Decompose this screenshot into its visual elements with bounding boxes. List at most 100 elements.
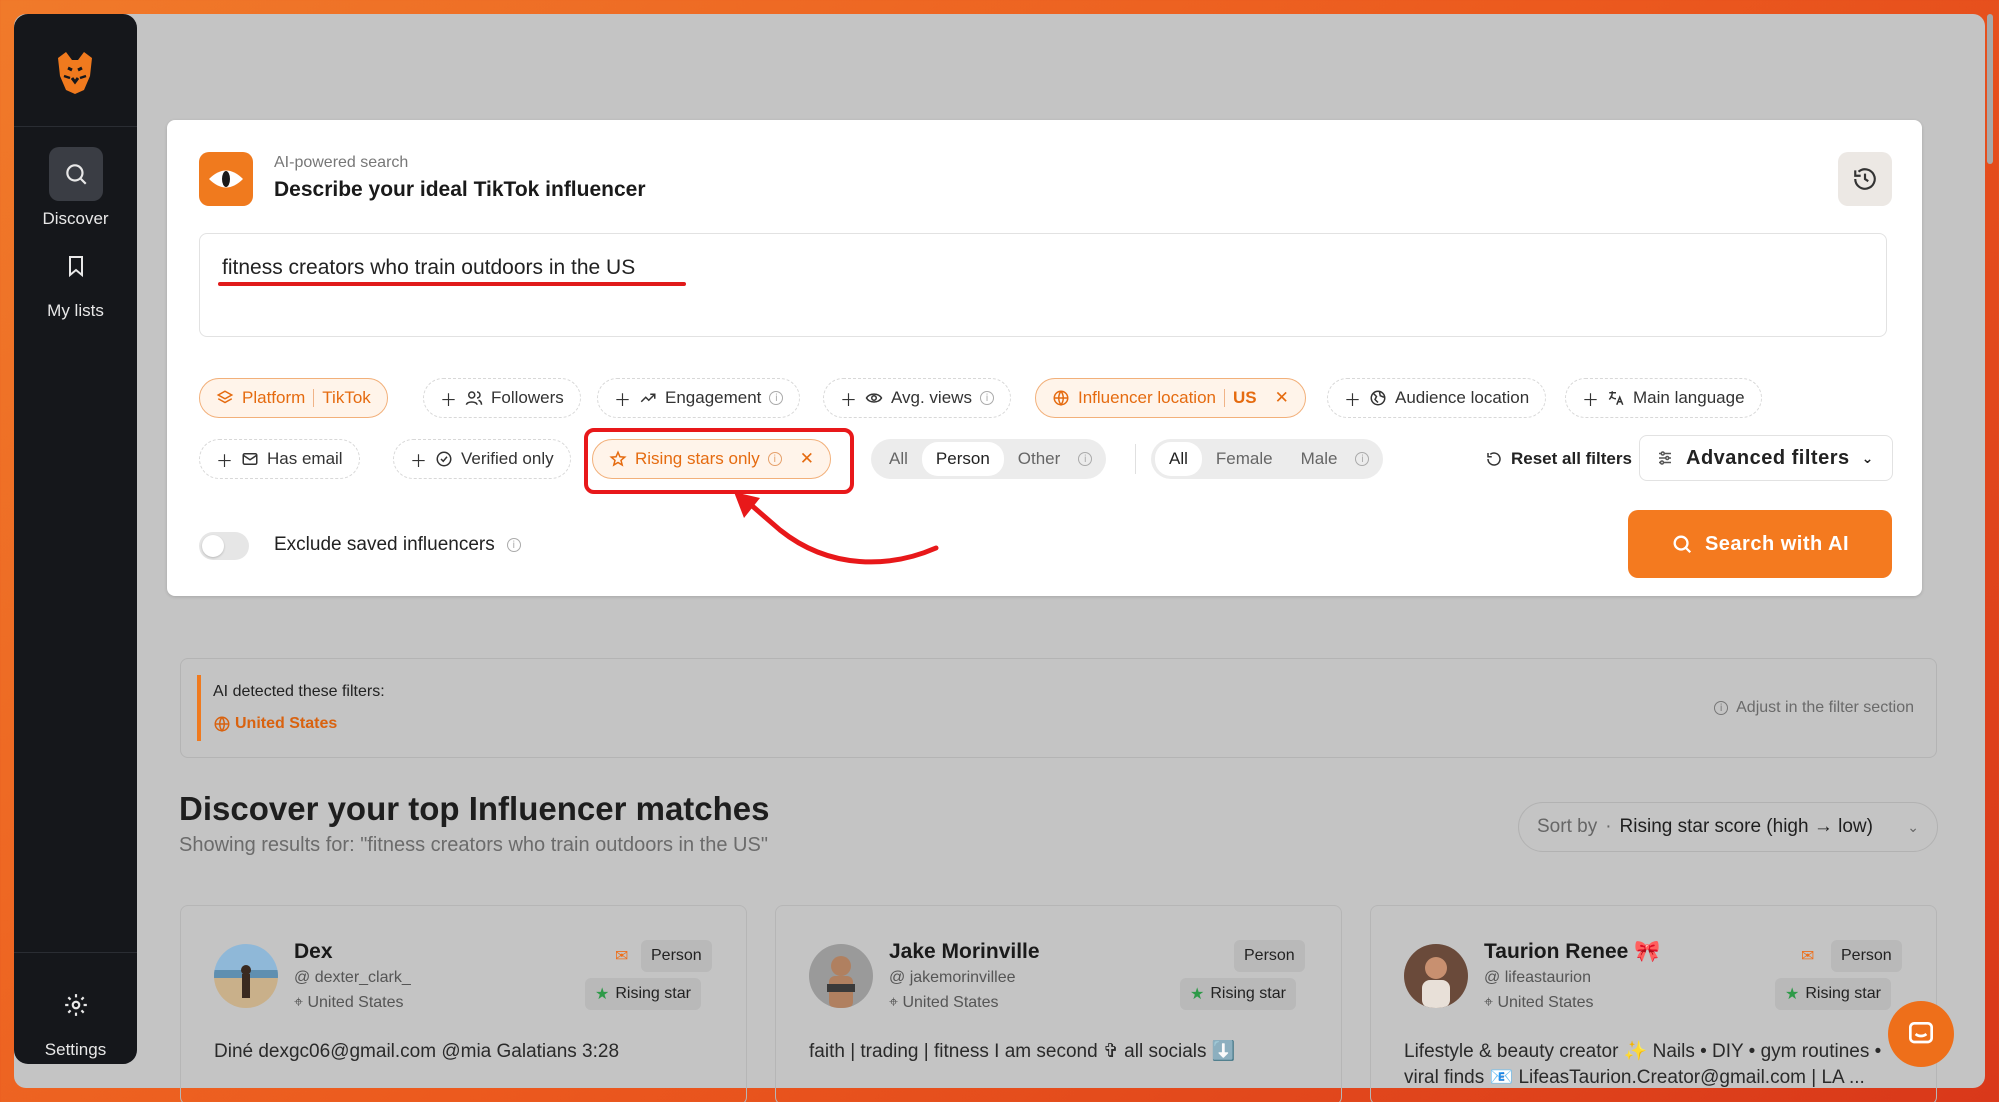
search-query-input[interactable]: fitness creators who train outdoors in t… (199, 233, 1887, 337)
search-card: AI-powered search Describe your ideal Ti… (167, 120, 1922, 596)
profile-handle: @ jakemorinvillee (889, 969, 1016, 986)
detected-filters-panel: AI detected these filters: United States… (180, 658, 1937, 758)
info-icon: i (1078, 452, 1093, 466)
engagement-filter-chip[interactable]: ＋ Engagement i (597, 378, 801, 418)
chip-label: Has email (267, 449, 343, 468)
sidebar-item-label: Settings (44, 1040, 107, 1059)
profile-bio: faith | trading | fitness I am second ✞ … (809, 1041, 1236, 1062)
search-icon (1673, 535, 1692, 554)
sidebar-item-my-lists[interactable]: My lists (14, 239, 137, 321)
type-option-all[interactable]: All (875, 442, 922, 476)
advanced-filters-button[interactable]: Advanced filters ⌄ (1639, 435, 1893, 481)
ai-search-label: AI-powered search (274, 154, 409, 171)
profile-card[interactable]: Jake Morinville @ jakemorinvillee ⌖ Unit… (775, 905, 1342, 1102)
info-icon: i (979, 391, 994, 405)
exclude-saved-label-row: Exclude saved influencers i (274, 534, 521, 556)
eye-icon (199, 152, 253, 206)
close-icon[interactable]: ✕ (1275, 388, 1289, 408)
sort-value: Rising star score (high → low) (1619, 816, 1873, 837)
sidebar-item-settings[interactable]: Settings (14, 978, 137, 1060)
type-badge: Person (641, 940, 712, 972)
sort-label: Sort by (1537, 816, 1598, 837)
type-option-other[interactable]: Other (1004, 442, 1075, 476)
mail-icon: ✉ (609, 940, 635, 972)
avatar (1404, 944, 1468, 1008)
profile-card[interactable]: Taurion Renee 🎀 @ lifeastaurion ⌖ United… (1370, 905, 1937, 1102)
search-icon (48, 147, 103, 201)
profile-card[interactable]: Dex @ dexter_clark_ ⌖ United States ✉ Pe… (180, 905, 747, 1102)
globe-icon (214, 716, 230, 732)
results-title: Discover your top Influencer matches (179, 790, 770, 827)
adjust-hint-label: Adjust in the filter section (1736, 699, 1914, 716)
sidebar-divider (14, 126, 137, 127)
translate-icon (1608, 391, 1624, 406)
rising-star-badge: ★ Rising star (585, 978, 701, 1010)
history-icon (1854, 168, 1876, 190)
mail-icon (242, 453, 258, 465)
followers-filter-chip[interactable]: ＋ Followers (423, 378, 581, 418)
influencer-location-chip[interactable]: Influencer location US ✕ (1035, 378, 1306, 418)
chip-label: Influencer location (1078, 388, 1216, 407)
verified-only-chip[interactable]: ＋ Verified only (393, 439, 571, 479)
reset-filters-button[interactable]: Reset all filters (1485, 449, 1632, 469)
chip-label: Platform (242, 388, 306, 407)
info-icon: i (1714, 701, 1729, 715)
plus-icon: ＋ (440, 390, 457, 410)
detected-tag[interactable]: United States (213, 715, 337, 733)
sort-dropdown[interactable]: Sort by · Rising star score (high → low)… (1518, 802, 1938, 852)
history-button[interactable] (1838, 152, 1892, 206)
plus-icon: ＋ (614, 390, 631, 410)
mail-icon: ✉ (1795, 940, 1821, 972)
type-option-person[interactable]: Person (921, 442, 1004, 476)
gender-option-all[interactable]: All (1155, 442, 1202, 476)
bookmark-icon (49, 239, 103, 293)
users-icon (465, 391, 483, 405)
search-title: Describe your ideal TikTok influencer (274, 178, 646, 201)
profile-name: Taurion Renee 🎀 (1484, 940, 1661, 963)
detected-title: AI detected these filters: (213, 683, 385, 700)
tiger-logo-icon[interactable] (50, 48, 100, 98)
has-email-chip[interactable]: ＋ Has email (199, 439, 360, 479)
reset-icon (1487, 452, 1501, 466)
sidebar-item-label: Discover (42, 209, 109, 228)
type-badge: Person (1831, 940, 1902, 972)
layers-icon (216, 390, 234, 404)
plus-icon: ＋ (216, 451, 233, 471)
profile-location: ⌖ United States (889, 994, 999, 1011)
audience-location-chip[interactable]: ＋ Audience location (1327, 378, 1547, 418)
platform-filter-chip[interactable]: Platform TikTok (199, 378, 388, 418)
profile-name: Jake Morinville (889, 940, 1040, 963)
trending-up-icon (640, 393, 656, 403)
results-subtitle: Showing results for: "fitness creators w… (179, 834, 768, 856)
search-with-ai-button[interactable]: Search with AI (1628, 510, 1892, 578)
type-segment: All Person Other i (871, 439, 1107, 479)
rising-star-badge: ★ Rising star (1775, 978, 1891, 1010)
chat-launcher-button[interactable] (1888, 1001, 1954, 1067)
chip-value: TikTok (322, 388, 371, 407)
avatar (809, 944, 873, 1008)
avg-views-filter-chip[interactable]: ＋ Avg. views i (823, 378, 1011, 418)
scrollbar[interactable] (1987, 14, 1993, 164)
plus-icon: ＋ (1344, 390, 1361, 410)
profile-name: Dex (294, 940, 333, 963)
main-language-chip[interactable]: ＋ Main language (1565, 378, 1762, 418)
gender-option-female[interactable]: Female (1202, 442, 1287, 476)
profile-bio: Diné dexgc06@gmail.com @mia Galatians 3:… (214, 1041, 620, 1062)
exclude-saved-toggle[interactable] (199, 532, 249, 560)
sidebar-divider (14, 952, 137, 953)
sidebar-item-discover[interactable]: Discover (14, 147, 137, 229)
search-button-label: Search with AI (1704, 532, 1850, 555)
profile-handle: @ lifeastaurion (1484, 969, 1591, 986)
sidebar: Discover My lists Settings (14, 14, 137, 1064)
search-query-text: fitness creators who train outdoors in t… (222, 256, 636, 279)
sidebar-item-label: My lists (47, 301, 104, 320)
avatar (214, 944, 278, 1008)
plus-icon: ＋ (1582, 390, 1599, 410)
profile-location: ⌖ United States (294, 994, 404, 1011)
chat-icon (1909, 1022, 1933, 1044)
dot-separator: · (1605, 816, 1612, 837)
chip-label: Avg. views (891, 388, 972, 407)
gender-option-male[interactable]: Male (1287, 442, 1352, 476)
profile-bio: Lifestyle & beauty creator ✨ Nails • DIY… (1404, 1041, 1882, 1088)
profile-location: ⌖ United States (1484, 994, 1594, 1011)
